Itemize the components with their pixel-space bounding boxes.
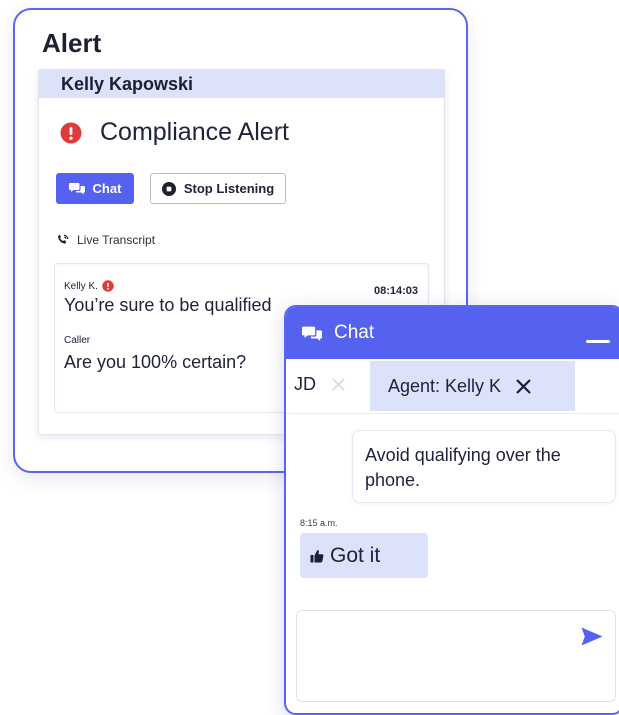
thumbs-up-icon bbox=[310, 549, 330, 563]
phone-icon bbox=[57, 234, 77, 246]
close-icon[interactable] bbox=[515, 378, 532, 395]
chat-header: Chat bbox=[286, 307, 619, 359]
live-transcript-heading: Live Transcript bbox=[57, 233, 155, 247]
transcript-text: You’re sure to be qualified bbox=[64, 295, 272, 315]
tab-label: JD bbox=[294, 374, 316, 394]
contact-name: Kelly Kapowski bbox=[39, 70, 444, 98]
message-time: 08:14:03 bbox=[373, 285, 418, 297]
speaker-name: Kelly K. bbox=[64, 280, 98, 292]
tab-agent-kelly[interactable]: Agent: Kelly K bbox=[370, 361, 575, 411]
chat-title: Chat bbox=[334, 322, 375, 343]
chat-bubbles-icon bbox=[68, 182, 93, 195]
message-composer bbox=[296, 610, 616, 702]
transcript-text: Are you 100% certain? bbox=[64, 352, 247, 372]
live-transcript-label: Live Transcript bbox=[77, 233, 156, 247]
message-text: Got it bbox=[330, 543, 381, 567]
stop-listening-button[interactable]: Stop Listening bbox=[150, 173, 286, 204]
stop-listening-label: Stop Listening bbox=[183, 181, 275, 196]
compliance-alert-text: Compliance Alert bbox=[100, 118, 289, 146]
exclamation-circle-icon bbox=[60, 122, 82, 144]
message-input[interactable] bbox=[297, 611, 577, 699]
exclamation-circle-icon bbox=[102, 280, 114, 292]
message-received: Avoid qualifying over the phone. bbox=[352, 430, 616, 503]
stop-circle-icon bbox=[161, 181, 184, 196]
transcript-entry: Kelly K. bbox=[64, 280, 114, 292]
tab-label: Agent: Kelly K bbox=[388, 375, 502, 396]
speaker-name: Caller bbox=[64, 335, 91, 346]
send-icon[interactable] bbox=[581, 627, 603, 646]
message-time: 8:15 a.m. bbox=[300, 518, 338, 528]
compliance-alert-row: Compliance Alert bbox=[60, 118, 289, 147]
close-icon[interactable] bbox=[332, 378, 345, 391]
chat-window: Chat JD Agent: Kelly K Avoid qualifying … bbox=[284, 305, 619, 715]
message-sent: Got it bbox=[300, 533, 428, 578]
chat-bubbles-icon bbox=[302, 325, 334, 342]
minimize-button[interactable] bbox=[586, 340, 610, 343]
tab-jd[interactable]: JD bbox=[294, 374, 345, 395]
chat-tabs: JD Agent: Kelly K bbox=[286, 359, 619, 414]
chat-button[interactable]: Chat bbox=[56, 173, 134, 204]
chat-button-label: Chat bbox=[92, 181, 122, 196]
alert-title: Alert bbox=[42, 28, 102, 58]
